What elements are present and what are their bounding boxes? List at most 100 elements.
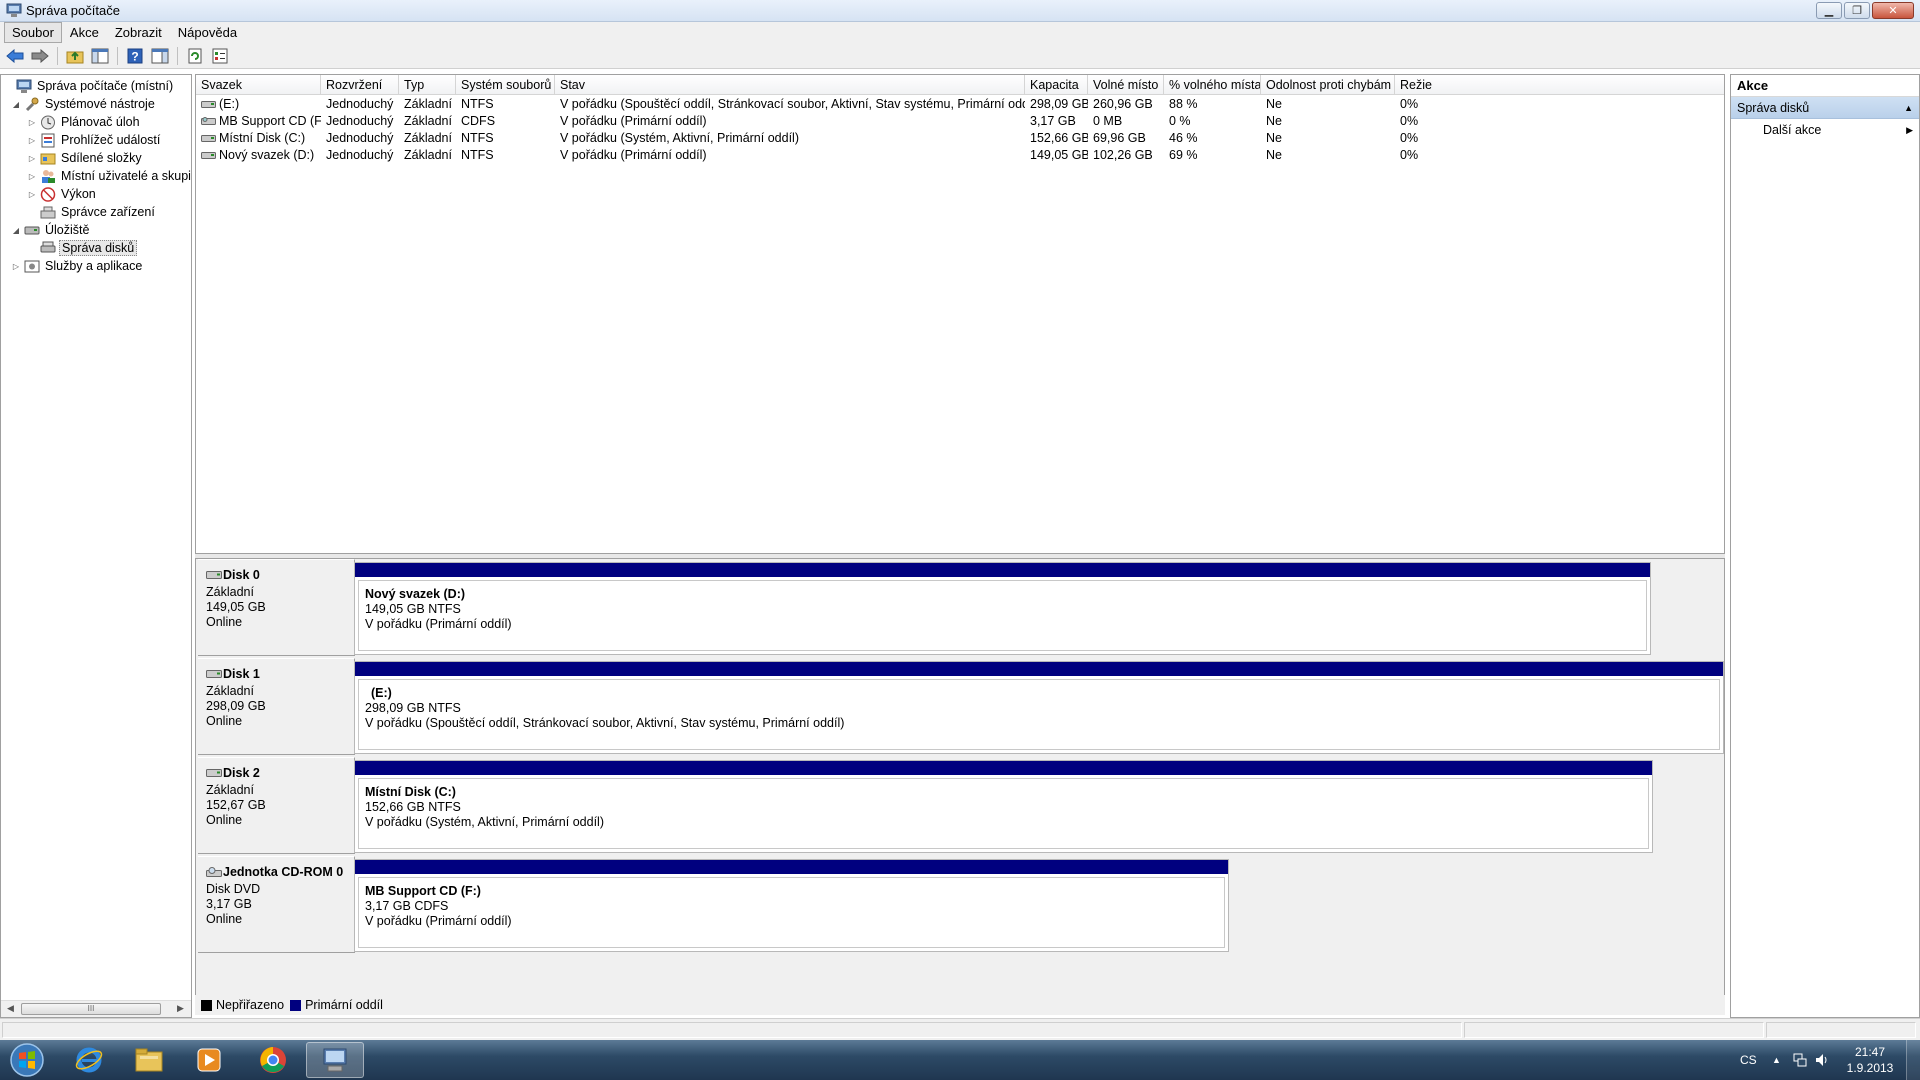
menu-akce[interactable]: Akce [62,22,107,43]
column-header-rezie[interactable]: Režie [1395,75,1724,95]
tree-expander[interactable]: ▷ [27,136,37,145]
help-icon: ? [127,48,143,63]
partition-e[interactable]: (E:) 298,09 GB NTFS V pořádku (Spouštěcí… [354,661,1724,754]
cell-fs: NTFS [461,97,494,111]
taskbar-internet-explorer[interactable] [60,1042,118,1078]
up-button[interactable] [64,46,86,66]
show-desktop-button[interactable] [1906,1040,1920,1080]
partition-f[interactable]: MB Support CD (F:) 3,17 GB CDFS V pořádk… [354,859,1229,952]
forward-button[interactable] [29,46,51,66]
show-hide-action-pane-button[interactable] [149,46,171,66]
clock-date: 1.9.2013 [1846,1061,1894,1075]
tree-item-local-users[interactable]: ▷ Místní uživatelé a skupiny [27,167,191,185]
taskbar-clock[interactable]: 21:47 1.9.2013 [1835,1044,1905,1076]
tree-expander[interactable]: ▷ [11,262,21,271]
disk-size: 149,05 GB [206,600,266,614]
show-hide-tree-button[interactable] [89,46,111,66]
disk-name: Jednotka CD-ROM 0 [223,865,344,879]
scroll-left-icon[interactable]: ◀ [7,1003,14,1014]
tree-expander[interactable]: ◢ [11,100,21,109]
scroll-thumb[interactable]: III [21,1003,161,1015]
disk-label[interactable]: Disk 0 Základní 149,05 GB Online [198,559,355,656]
column-header-procento-volneho-mista[interactable]: % volného místa [1164,75,1261,95]
scroll-right-icon[interactable]: ▶ [177,1003,184,1014]
table-row[interactable]: Místní Disk (C:) Jednoduchý Základní NTF… [196,130,1724,147]
menu-zobrazit[interactable]: Zobrazit [107,22,170,43]
cell-layout: Jednoduchý [326,114,394,128]
column-header-system-souboru[interactable]: Systém souborů [456,75,555,95]
partition-size-fs: 3,17 GB CDFS [365,899,449,913]
tree-item-computer-management[interactable]: Správa počítače (místní) [3,77,175,95]
table-row[interactable]: (E:) Jednoduchý Základní NTFS V pořádku … [196,96,1724,113]
volume-tray-button[interactable] [1814,1040,1830,1080]
cell-type: Základní [404,148,452,162]
action-more-actions[interactable]: Další akce ▶ [1731,119,1919,141]
console-tree[interactable]: Správa počítače (místní) ◢ Systémové nás… [0,74,192,1018]
clock-time: 21:47 [1854,1045,1886,1059]
table-row[interactable]: MB Support CD (F:) Jednoduchý Základní C… [196,113,1724,130]
menu-napoveda[interactable]: Nápověda [170,22,245,43]
refresh-button[interactable] [184,46,206,66]
collapse-up-icon[interactable]: ▲ [1904,97,1913,119]
taskbar-computer-management[interactable] [306,1042,364,1078]
taskbar: CS ▲ 21:47 1.9.2013 [0,1040,1920,1080]
tree-item-system-tools[interactable]: ◢ Systémové nástroje [11,95,157,113]
tree-item-storage[interactable]: ◢ Úložiště [11,221,91,239]
tree-expander[interactable]: ▷ [27,190,37,199]
tree-item-disk-management[interactable]: Správa disků [27,239,138,257]
tree-expander[interactable]: ▷ [27,118,37,127]
show-hide-tree-icon [91,48,109,63]
partition-d[interactable]: Nový svazek (D:) 149,05 GB NTFS V pořádk… [354,562,1651,655]
column-header-volne-misto[interactable]: Volné místo [1088,75,1164,95]
disk-graphical-view[interactable]: Disk 0 Základní 149,05 GB Online Nový sv… [195,559,1725,1015]
column-header-odolnost[interactable]: Odolnost proti chybám [1261,75,1395,95]
volume-list[interactable]: Svazek Rozvržení Typ Systém souborů Stav… [195,74,1725,554]
column-header-typ[interactable]: Typ [399,75,456,95]
tree-item-device-manager[interactable]: Správce zařízení [27,203,157,221]
restore-button[interactable]: ❐ [1844,2,1870,19]
cell-status: V pořádku (Primární oddíl) [560,148,707,162]
column-header-stav[interactable]: Stav [555,75,1025,95]
minimize-button[interactable]: ▁ [1816,2,1842,19]
cell-free: 69,96 GB [1093,131,1146,145]
disk-label[interactable]: Disk 1 Základní 298,09 GB Online [198,658,355,755]
cell-overhead: 0% [1400,97,1419,111]
taskbar-media-player[interactable] [180,1042,238,1078]
show-hidden-icons-button[interactable]: ▲ [1772,1040,1781,1080]
network-tray-button[interactable] [1792,1040,1808,1080]
tree-item-shared-folders[interactable]: ▷ Sdílené složky [27,149,144,167]
back-button[interactable] [4,46,26,66]
column-header-rozvrzeni[interactable]: Rozvržení [321,75,399,95]
tree-item-task-scheduler[interactable]: ▷ Plánovač úloh [27,113,142,131]
menu-soubor[interactable]: Soubor [4,22,62,43]
properties-button[interactable] [209,46,231,66]
tree-item-services-applications[interactable]: ▷ Služby a aplikace [11,257,144,275]
disk-name: Disk 0 [223,568,260,582]
disk-label[interactable]: Jednotka CD-ROM 0 Disk DVD 3,17 GB Onlin… [198,856,355,953]
media-player-icon [197,1048,221,1072]
taskbar-windows-explorer[interactable] [120,1042,178,1078]
tree-horizontal-scrollbar[interactable]: ◀ III ▶ [1,1000,191,1017]
partition-c[interactable]: Místní Disk (C:) 152,66 GB NTFS V pořádk… [354,760,1653,853]
window-title: Správa počítače [26,3,120,18]
tree-item-performance[interactable]: ▷ Výkon [27,185,98,203]
tree-item-event-viewer[interactable]: ▷ Prohlížeč událostí [27,131,162,149]
disk-label[interactable]: Disk 2 Základní 152,67 GB Online [198,757,355,854]
taskbar-chrome[interactable] [244,1042,302,1078]
tree-item-label: Služby a aplikace [45,259,143,273]
tree-expander[interactable]: ▷ [27,172,37,181]
tree-expander[interactable]: ▷ [27,154,37,163]
show-hidden-icons-icon: ▲ [1772,1055,1781,1065]
tree-item-label: Správa disků [59,240,138,256]
table-row[interactable]: Nový svazek (D:) Jednoduchý Základní NTF… [196,147,1724,164]
column-header-kapacita[interactable]: Kapacita [1025,75,1088,95]
help-button[interactable]: ? [124,46,146,66]
column-header-svazek[interactable]: Svazek [196,75,321,95]
language-indicator[interactable]: CS [1740,1040,1757,1080]
start-button[interactable] [4,1041,50,1079]
title-bar[interactable]: Správa počítače ▁ ❐ ✕ [0,0,1920,22]
primary-partition-bar [355,860,1228,874]
close-button[interactable]: ✕ [1872,2,1914,19]
action-section-disk-management[interactable]: Správa disků ▲ [1731,97,1919,119]
tree-expander[interactable]: ◢ [11,226,21,235]
